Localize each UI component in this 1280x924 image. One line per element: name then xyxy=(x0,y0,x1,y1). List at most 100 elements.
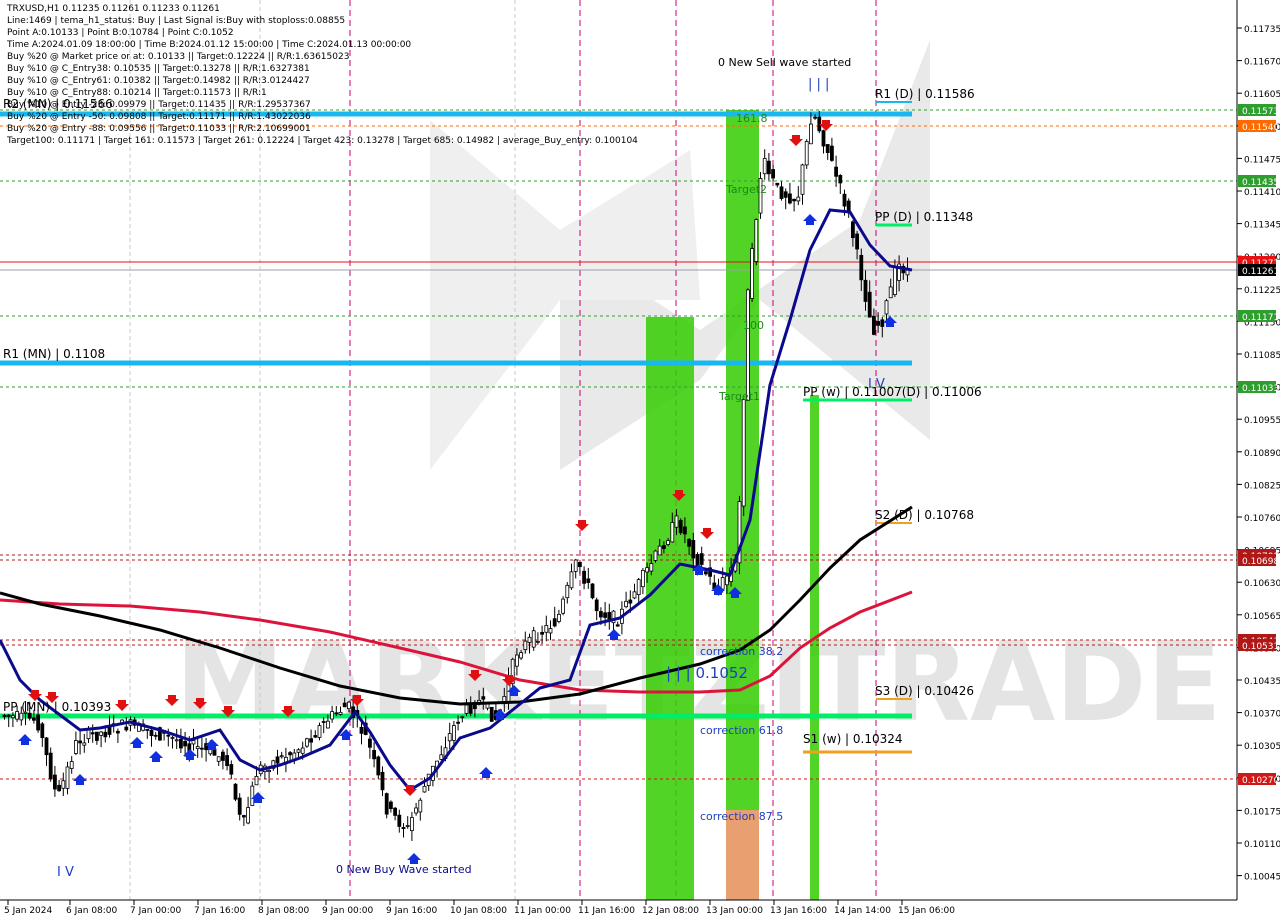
candle-body xyxy=(414,807,419,814)
candle-body xyxy=(246,807,251,824)
candle-body xyxy=(313,735,318,738)
price-tick-label: 0.11410 xyxy=(1244,188,1280,198)
r1-d-label: R1 (D) | 0.11586 xyxy=(875,87,975,101)
candle-body xyxy=(300,747,305,754)
candle-body xyxy=(460,716,465,719)
candle-body xyxy=(456,721,461,724)
info-line: Buy %10 @ C_Entry38: 0.10535 || Target:0… xyxy=(7,64,310,74)
candle-body xyxy=(342,702,347,708)
info-line: Buy %10 @ C_Entry61: 0.10382 || Target:0… xyxy=(7,76,310,86)
chart-window[interactable]: MARKETZITRADE R2 (MN) | 0.11566 R1 (MN) … xyxy=(0,0,1280,920)
candle-body xyxy=(594,599,599,612)
info-line: Time A:2024.01.09 18:00:00 | Time B:2024… xyxy=(7,40,412,50)
candle-body xyxy=(229,764,234,775)
candle-body xyxy=(145,729,150,731)
candle-body xyxy=(544,624,549,633)
candle-body xyxy=(288,752,293,756)
price-tick-label: 0.10370 xyxy=(1244,710,1280,720)
price-tick-label: 0.10175 xyxy=(1244,807,1280,817)
candle-body xyxy=(783,191,788,198)
candle-body xyxy=(649,563,654,572)
candle-body xyxy=(2,714,7,718)
candle-body xyxy=(800,164,805,195)
candle-body xyxy=(388,801,393,810)
candle-body xyxy=(666,540,670,545)
candle-body xyxy=(183,741,188,747)
candle-body xyxy=(409,817,414,832)
candle-body xyxy=(851,221,855,239)
candle-body xyxy=(372,750,377,760)
candle-body xyxy=(275,756,280,764)
candle-body xyxy=(48,752,53,780)
candle-body xyxy=(451,725,456,741)
candle-body xyxy=(599,611,603,618)
candle-body xyxy=(376,756,381,776)
candle-body xyxy=(762,158,767,175)
fib-zone-orange xyxy=(726,810,759,900)
candle-body xyxy=(775,182,780,186)
candle-body xyxy=(74,740,78,754)
wave-mark-iv: I V xyxy=(868,377,885,392)
price-tag-label: 0.11540 xyxy=(1242,123,1279,133)
info-line: Buy %20 @ Market price or at: 0.10133 ||… xyxy=(7,52,350,62)
price-tag-label: 0.10531 xyxy=(1242,642,1279,652)
info-line: Point A:0.10133 | Point B:0.10784 | Poin… xyxy=(7,28,234,38)
candle-body xyxy=(149,729,154,737)
candle-body xyxy=(573,559,578,572)
candle-body xyxy=(603,612,607,618)
candle-body xyxy=(321,721,326,723)
pp-d-label: PP (D) | 0.11348 xyxy=(875,210,973,224)
candle-body xyxy=(178,738,183,749)
r1-mn-label: R1 (MN) | 0.1108 xyxy=(3,347,105,361)
fib-100-label: 100 xyxy=(743,319,764,332)
candle-body xyxy=(57,784,61,792)
candle-body xyxy=(531,630,536,648)
correction-382-label: correction 38.2 xyxy=(700,645,783,658)
candle-body xyxy=(279,755,284,758)
candle-body xyxy=(90,732,95,735)
candle-body xyxy=(691,540,696,559)
candle-body xyxy=(397,814,402,827)
candle-body xyxy=(44,737,49,756)
candle-body xyxy=(704,571,708,575)
target2-label: Target2 xyxy=(725,183,767,196)
price-tag-label: 0.11573 xyxy=(1242,107,1279,117)
price-tick-label: 0.11085 xyxy=(1244,351,1280,361)
candle-body xyxy=(225,755,230,767)
candle-body xyxy=(863,279,868,302)
candle-body xyxy=(325,720,330,729)
candle-body xyxy=(678,519,683,534)
time-tick-label: 7 Jan 00:00 xyxy=(130,906,182,916)
candle-body xyxy=(893,267,897,296)
candle-body xyxy=(615,624,620,627)
candle-body xyxy=(859,255,864,281)
candle-body xyxy=(384,793,389,815)
candle-body xyxy=(582,570,586,584)
candle-body xyxy=(346,701,351,710)
candle-body xyxy=(536,640,540,643)
candle-body xyxy=(439,754,444,760)
candle-body xyxy=(468,703,473,714)
candle-body xyxy=(220,751,225,761)
candle-body xyxy=(872,316,876,335)
candle-body xyxy=(788,193,792,204)
price-tick-label: 0.10825 xyxy=(1244,481,1280,491)
candle-body xyxy=(590,583,595,599)
candle-body xyxy=(880,319,885,327)
info-line: Buy %20 @ Entry -88: 0.09556 || Target:0… xyxy=(7,124,311,134)
fib-zone-1 xyxy=(646,317,694,900)
candle-body xyxy=(195,746,200,750)
candle-body xyxy=(565,584,570,599)
candle-body xyxy=(515,654,519,667)
candle-body xyxy=(237,797,242,815)
candle-body xyxy=(241,815,246,818)
candle-body xyxy=(153,734,158,737)
candle-body xyxy=(779,186,784,199)
pp-w-label: PP (w) | 0.11007(D) | 0.11006 xyxy=(803,385,982,399)
price-tag-label: 0.11261 xyxy=(1242,267,1279,277)
candle-body xyxy=(6,714,11,717)
candle-body xyxy=(32,717,36,721)
info-line: Buy %20 @ Entry -50: 0.09808 || Target:0… xyxy=(7,112,311,122)
candle-body xyxy=(69,761,74,769)
candle-body xyxy=(250,785,255,806)
